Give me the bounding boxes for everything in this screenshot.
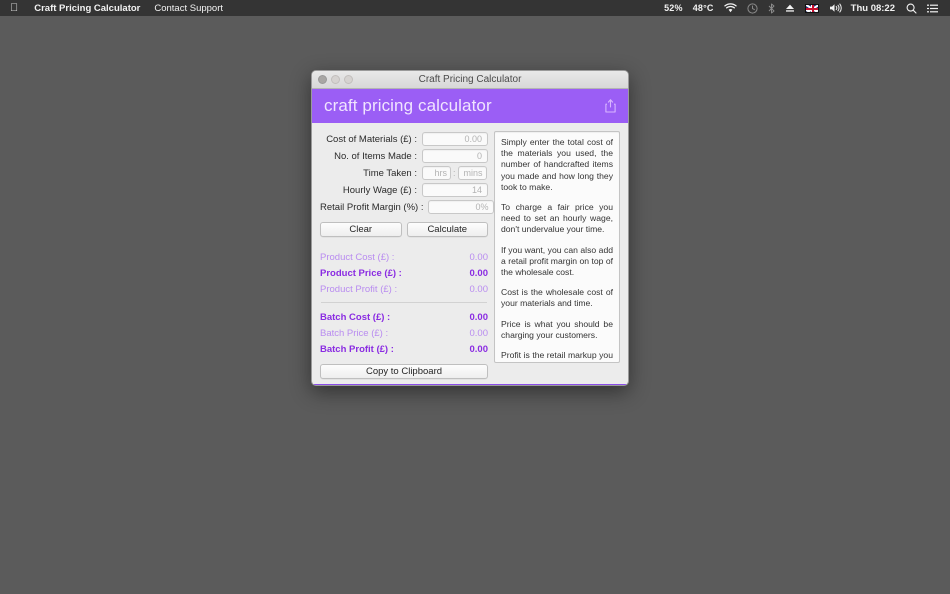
hourly-wage-input[interactable]: 14 bbox=[422, 183, 488, 197]
battery-percentage[interactable]: 52% bbox=[659, 3, 688, 13]
menu-bar-status-area: 52% 48°C bbox=[659, 0, 950, 16]
label-retail-profit-margin: Retail Profit Margin (%) : bbox=[320, 202, 428, 213]
help-paragraph: Simply enter the total cost of the mater… bbox=[501, 137, 613, 193]
uk-flag-icon[interactable] bbox=[800, 0, 824, 16]
app-header: craft pricing calculator bbox=[312, 89, 628, 123]
notification-center-icon[interactable] bbox=[922, 0, 943, 16]
time-taken-group: hrs : mins bbox=[422, 166, 488, 180]
items-made-input[interactable]: 0 bbox=[422, 149, 488, 163]
value-product-profit: 0.00 bbox=[470, 284, 489, 295]
field-row-retail-profit-margin: Retail Profit Margin (%) : 0% bbox=[320, 199, 488, 215]
menu-app-name[interactable]: Craft Pricing Calculator bbox=[27, 0, 147, 16]
calculator-panel: Cost of Materials (£) : 0.00 No. of Item… bbox=[320, 131, 488, 379]
app-footer: www.facebook.com/CraftFairs www.craftfai… bbox=[312, 384, 628, 386]
help-panel-container: Simply enter the total cost of the mater… bbox=[494, 131, 620, 379]
label-product-price: Product Price (£) : bbox=[320, 268, 402, 279]
field-row-items-made: No. of Items Made : 0 bbox=[320, 148, 488, 164]
menu-item-contact-support[interactable]: Contact Support bbox=[147, 0, 230, 16]
temperature-indicator[interactable]: 48°C bbox=[688, 3, 719, 13]
value-batch-profit: 0.00 bbox=[470, 344, 489, 355]
help-paragraph: If you want, you can also add a retail p… bbox=[501, 245, 613, 279]
label-batch-price: Batch Price (£) : bbox=[320, 328, 388, 339]
window-title: Craft Pricing Calculator bbox=[312, 74, 628, 85]
value-batch-cost: 0.00 bbox=[470, 312, 489, 323]
result-row-batch-cost: Batch Cost (£) : 0.00 bbox=[320, 309, 488, 325]
time-machine-icon[interactable] bbox=[742, 0, 763, 16]
wifi-icon[interactable] bbox=[719, 0, 742, 16]
retail-profit-margin-input[interactable]: 0% bbox=[428, 200, 494, 214]
window-title-bar[interactable]: Craft Pricing Calculator bbox=[312, 71, 628, 89]
eject-icon[interactable] bbox=[780, 0, 800, 16]
label-hourly-wage: Hourly Wage (£) : bbox=[320, 185, 422, 196]
label-product-profit: Product Profit (£) : bbox=[320, 284, 397, 295]
menu-bar-clock[interactable]: Thu 08:22 bbox=[847, 3, 901, 14]
label-cost-of-materials: Cost of Materials (£) : bbox=[320, 134, 422, 145]
share-icon[interactable] bbox=[602, 97, 618, 115]
time-separator: : bbox=[451, 168, 458, 178]
value-product-price: 0.00 bbox=[470, 268, 489, 279]
label-product-cost: Product Cost (£) : bbox=[320, 252, 394, 263]
time-minutes-input[interactable]: mins bbox=[458, 166, 487, 180]
time-hours-input[interactable]: hrs bbox=[422, 166, 451, 180]
app-window: Craft Pricing Calculator craft pricing c… bbox=[311, 70, 629, 386]
value-batch-price: 0.00 bbox=[470, 328, 489, 339]
window-body: Cost of Materials (£) : 0.00 No. of Item… bbox=[312, 123, 628, 379]
result-row-batch-price: Batch Price (£) : 0.00 bbox=[320, 325, 488, 341]
clear-button[interactable]: Clear bbox=[320, 222, 402, 237]
label-batch-cost: Batch Cost (£) : bbox=[320, 312, 390, 323]
field-row-hourly-wage: Hourly Wage (£) : 14 bbox=[320, 182, 488, 198]
result-row-product-profit: Product Profit (£) : 0.00 bbox=[320, 281, 488, 297]
flag-glyph bbox=[805, 4, 819, 13]
field-row-cost-of-materials: Cost of Materials (£) : 0.00 bbox=[320, 131, 488, 147]
result-row-product-price: Product Price (£) : 0.00 bbox=[320, 265, 488, 281]
result-row-batch-profit: Batch Profit (£) : 0.00 bbox=[320, 341, 488, 357]
calculate-button[interactable]: Calculate bbox=[407, 222, 489, 237]
help-paragraph: Profit is the retail markup you earn fro… bbox=[501, 350, 613, 363]
cost-of-materials-input[interactable]: 0.00 bbox=[422, 132, 488, 146]
search-icon[interactable] bbox=[901, 0, 922, 16]
results-divider bbox=[321, 302, 487, 303]
label-time-taken: Time Taken : bbox=[320, 168, 422, 179]
result-row-product-cost: Product Cost (£) : 0.00 bbox=[320, 249, 488, 265]
bluetooth-icon[interactable] bbox=[763, 0, 780, 16]
label-batch-profit: Batch Profit (£) : bbox=[320, 344, 394, 355]
volume-icon[interactable] bbox=[824, 0, 847, 16]
help-text-panel[interactable]: Simply enter the total cost of the mater… bbox=[494, 131, 620, 363]
menu-bar:  Craft Pricing Calculator Contact Suppo… bbox=[0, 0, 950, 16]
help-paragraph: To charge a fair price you need to set a… bbox=[501, 202, 613, 236]
app-header-title: craft pricing calculator bbox=[324, 96, 492, 116]
help-paragraph: Cost is the wholesale cost of your mater… bbox=[501, 287, 613, 309]
apple-logo-icon[interactable]:  bbox=[8, 0, 27, 16]
action-buttons: Clear Calculate bbox=[320, 222, 488, 237]
copy-to-clipboard-button[interactable]: Copy to Clipboard bbox=[320, 364, 488, 379]
value-product-cost: 0.00 bbox=[470, 252, 489, 263]
results-panel: Product Cost (£) : 0.00 Product Price (£… bbox=[320, 249, 488, 379]
field-row-time-taken: Time Taken : hrs : mins bbox=[320, 165, 488, 181]
label-items-made: No. of Items Made : bbox=[320, 151, 422, 162]
menu-bar-left:  Craft Pricing Calculator Contact Suppo… bbox=[0, 0, 230, 16]
help-paragraph: Price is what you should be charging you… bbox=[501, 319, 613, 341]
